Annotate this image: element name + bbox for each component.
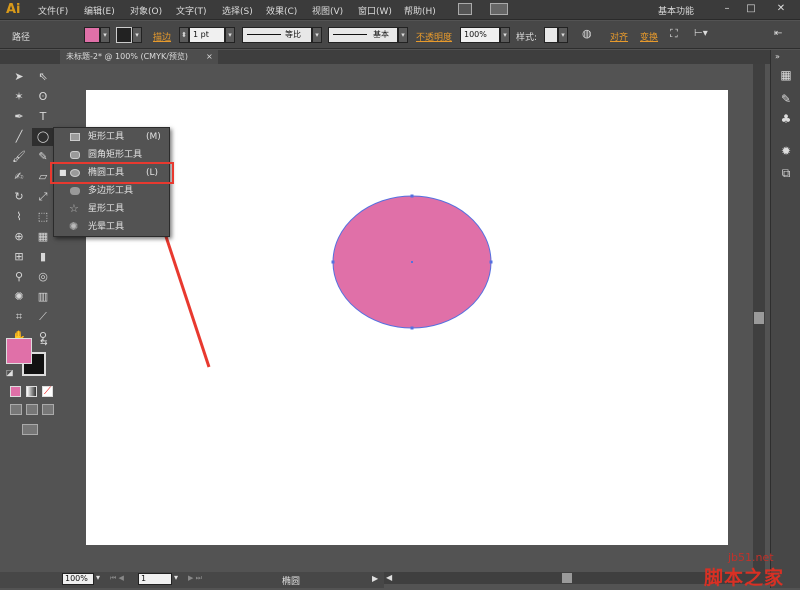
chevron-down-icon[interactable]: ▾ (174, 573, 178, 582)
scrollbar-thumb[interactable] (562, 573, 572, 583)
appearance-panel-icon[interactable]: ✹ (777, 142, 795, 160)
flyout-item-polygon[interactable]: 多边形工具 (54, 182, 169, 200)
pen-icon[interactable]: ✒ (8, 108, 30, 126)
type-icon[interactable]: T (32, 108, 54, 126)
lasso-icon[interactable]: ʘ (32, 88, 54, 106)
direct-selection-icon[interactable]: ⇖ (32, 68, 54, 86)
default-colors-icon[interactable]: ◪ (6, 368, 14, 377)
flyout-item-star[interactable]: ☆ 星形工具 (54, 200, 169, 218)
swap-colors-icon[interactable]: ⇆ (40, 338, 48, 348)
flyout-item-rectangle[interactable]: 矩形工具 (M) (54, 128, 169, 146)
flyout-item-label: 光晕工具 (88, 222, 125, 232)
anchor-point[interactable] (410, 194, 414, 198)
shape-builder-icon[interactable]: ⊕ (8, 228, 30, 246)
collapse-dock-icon[interactable]: » (775, 52, 780, 61)
free-transform-icon[interactable]: ⬚ (32, 208, 54, 226)
status-menu-icon[interactable]: ▶ (372, 574, 378, 583)
layers-panel-icon[interactable]: ⧉ (777, 164, 795, 182)
paintbrush-icon[interactable]: 🖌 (8, 148, 30, 166)
scale-icon[interactable]: ⤢ (32, 188, 54, 206)
canvas-overlay (143, 178, 493, 368)
scroll-left-icon[interactable]: ◀ (386, 573, 392, 582)
tools-panel: ➤ ⇖ ✶ ʘ ✒ T ╱ ◯ 🖌 ✎ ✍ ▱ ↻ ⤢ ⌇ ⬚ ⊕ ▦ ⊞ ▮ … (4, 64, 56, 444)
vertical-scrollbar[interactable] (753, 64, 765, 572)
brushes-panel-icon[interactable]: ✎ (777, 90, 795, 108)
watermark-name: 脚本之家 (704, 567, 785, 589)
symbol-sprayer-icon[interactable]: ✺ (8, 288, 30, 306)
anchor-point[interactable] (331, 260, 335, 264)
ellipse-tool-icon[interactable]: ◯ (32, 128, 54, 146)
draw-behind-icon[interactable] (26, 404, 38, 415)
flyout-item-label: 矩形工具 (88, 132, 125, 142)
artboard-number-field[interactable]: 1 (138, 573, 172, 585)
highlight-box (50, 162, 174, 184)
panel-dock: » ▦ ✎ ♣ ✹ ⧉ (770, 50, 800, 588)
slice-icon[interactable]: ⟋ (32, 308, 54, 326)
artboard-tool-icon[interactable]: ⌗ (8, 308, 30, 326)
first-artboard-icon[interactable]: ⏮ ◀ (110, 574, 124, 583)
draw-inside-icon[interactable] (42, 404, 54, 415)
flyout-item-label: 多边形工具 (88, 186, 134, 196)
color-panel-icon[interactable]: ▦ (777, 66, 795, 84)
column-graph-icon[interactable]: ▥ (32, 288, 54, 306)
mesh-icon[interactable]: ⊞ (8, 248, 30, 266)
flyout-item-shortcut: (M) (146, 132, 161, 142)
scrollbar-thumb[interactable] (754, 312, 764, 324)
none-mode-icon[interactable]: ⟋ (42, 386, 53, 397)
anchor-point[interactable] (489, 260, 493, 264)
rotate-icon[interactable]: ↻ (8, 188, 30, 206)
polygon-icon (70, 187, 80, 195)
selection-tool-icon[interactable]: ➤ (8, 68, 30, 86)
star-icon: ☆ (69, 202, 79, 215)
screen-mode-icon[interactable] (22, 424, 38, 435)
blend-icon[interactable]: ◎ (32, 268, 54, 286)
flyout-item-label: 星形工具 (88, 204, 125, 214)
color-mode-icon[interactable] (10, 386, 21, 397)
draw-normal-icon[interactable] (10, 404, 22, 415)
status-bar: 100% ▾ ⏮ ◀ 1 ▾ ▶ ⏭ 椭圆 ▶ (0, 572, 384, 588)
width-tool-icon[interactable]: ⌇ (8, 208, 30, 226)
line-segment-icon[interactable]: ╱ (8, 128, 30, 146)
symbols-panel-icon[interactable]: ♣ (777, 110, 795, 128)
next-artboard-icon[interactable]: ▶ ⏭ (188, 574, 202, 583)
flare-icon: ✺ (69, 220, 79, 233)
center-point (411, 261, 413, 263)
anchor-point[interactable] (410, 326, 414, 330)
rounded-rectangle-icon (70, 151, 80, 159)
status-info: 椭圆 (282, 577, 301, 587)
eyedropper-icon[interactable]: ⚲ (8, 268, 30, 286)
perspective-grid-icon[interactable]: ▦ (32, 228, 54, 246)
flyout-item-flare[interactable]: ✺ 光晕工具 (54, 218, 169, 236)
gradient-mode-icon[interactable] (26, 386, 37, 397)
rectangle-icon (70, 133, 80, 141)
magic-wand-icon[interactable]: ✶ (8, 88, 30, 106)
zoom-field[interactable]: 100% (62, 573, 94, 585)
fill-color-swatch[interactable] (6, 338, 32, 364)
gradient-icon[interactable]: ▮ (32, 248, 54, 266)
blob-brush-icon[interactable]: ✍ (8, 168, 30, 186)
chevron-down-icon[interactable]: ▾ (96, 573, 100, 582)
